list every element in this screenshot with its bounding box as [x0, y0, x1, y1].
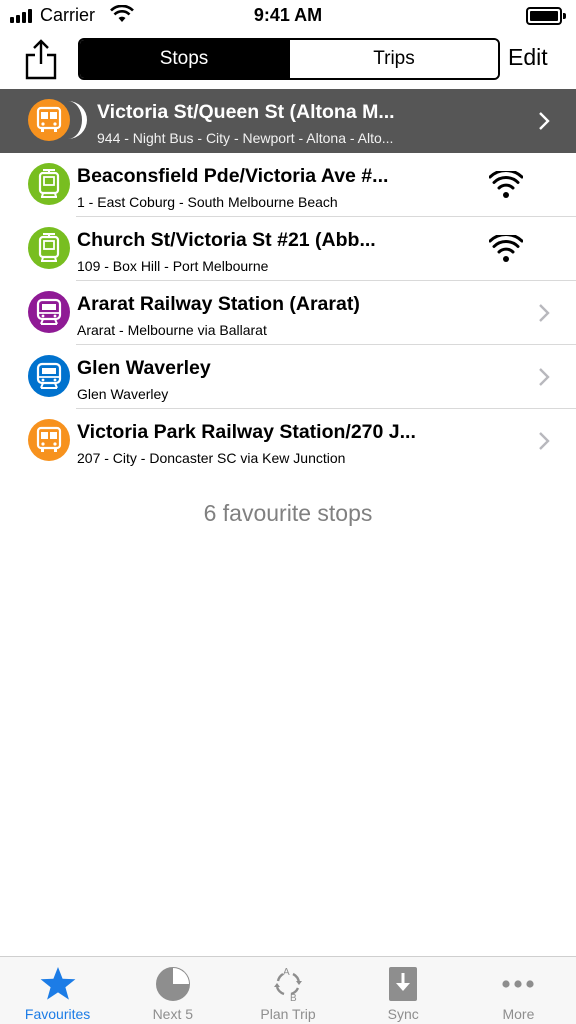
tab-favourites[interactable]: Favourites	[0, 957, 115, 1024]
stop-title: Beaconsfield Pde/Victoria Ave #...	[77, 165, 389, 187]
tab-label: More	[502, 1006, 535, 1022]
star-icon	[40, 967, 75, 1000]
clock: 9:41 AM	[253, 5, 323, 25]
tab-label: Favourites	[24, 1006, 91, 1022]
stop-routes: 944 - Night Bus - City - Newport - Alton…	[97, 130, 394, 146]
stop-routes: Glen Waverley	[77, 386, 169, 402]
stop-row-ararat-railway-station[interactable]: Ararat Railway Station (Ararat) Ararat -…	[0, 281, 576, 345]
tab-next-5[interactable]: Next 5	[115, 957, 230, 1024]
stop-routes: 207 - City - Doncaster SC via Kew Juncti…	[77, 450, 346, 466]
more-dots-icon	[502, 980, 535, 988]
tram-badge	[28, 227, 70, 269]
stop-title: Ararat Railway Station (Ararat)	[77, 293, 360, 315]
night-moon-icon	[68, 101, 87, 139]
stop-row-glen-waverley[interactable]: Glen Waverley Glen Waverley	[0, 345, 576, 409]
tab-bar: Favourites Next 5 A B Plan Trip Sync Mor…	[0, 956, 576, 1024]
train-icon	[36, 362, 62, 389]
stop-title: Glen Waverley	[77, 357, 211, 379]
bus-badge	[28, 419, 70, 461]
stop-routes: 109 - Box Hill - Port Melbourne	[77, 258, 269, 274]
bus-icon	[36, 106, 62, 132]
realtime-wifi-icon	[489, 171, 523, 198]
battery-icon	[526, 7, 566, 25]
status-bar: Carrier 9:41 AM	[0, 0, 576, 34]
stops-trips-segmented-control: Stops Trips	[78, 38, 500, 80]
stop-routes: Ararat - Melbourne via Ballarat	[77, 322, 267, 338]
tab-label: Plan Trip	[260, 1006, 316, 1022]
stop-routes: 1 - East Coburg - South Melbourne Beach	[77, 194, 338, 210]
sync-download-icon	[389, 967, 418, 1001]
realtime-wifi-icon	[489, 235, 523, 262]
svg-text:B: B	[290, 993, 297, 1003]
chevron-right-icon	[539, 304, 550, 322]
stop-row-church-st[interactable]: Church St/Victoria St #21 (Abb... 109 - …	[0, 217, 576, 281]
tab-more[interactable]: More	[461, 957, 576, 1024]
favourite-stops-count: 6 favourite stops	[203, 500, 373, 526]
tab-plan-trip[interactable]: A B Plan Trip	[230, 957, 345, 1024]
chevron-right-icon	[539, 368, 550, 386]
stop-title: Victoria Park Railway Station/270 J...	[77, 421, 416, 443]
train-icon	[36, 298, 62, 325]
tab-label: Sync	[387, 1006, 419, 1022]
chevron-right-icon	[539, 112, 550, 130]
stop-row-beaconsfield-pde[interactable]: Beaconsfield Pde/Victoria Ave #... 1 - E…	[0, 153, 576, 217]
favourite-stops-list: Victoria St/Queen St (Altona M... 944 - …	[0, 89, 576, 473]
pie-clock-icon	[155, 967, 190, 1001]
tab-sync[interactable]: Sync	[346, 957, 461, 1024]
tab-label: Next 5	[152, 1006, 194, 1022]
segment-stops[interactable]: Stops	[80, 40, 288, 78]
chevron-right-icon	[539, 432, 550, 450]
edit-button[interactable]: Edit	[508, 44, 548, 71]
stop-title: Church St/Victoria St #21 (Abb...	[77, 229, 376, 251]
tram-icon	[38, 169, 60, 198]
metro-train-badge	[28, 355, 70, 397]
navigation-bar: Stops Trips Edit	[0, 34, 576, 88]
svg-text:A: A	[283, 967, 290, 978]
stop-row-victoria-st-queen-st[interactable]: Victoria St/Queen St (Altona M... 944 - …	[0, 89, 576, 153]
bus-icon	[36, 426, 62, 452]
tram-icon	[38, 233, 60, 262]
segment-trips[interactable]: Trips	[288, 40, 498, 78]
stop-row-victoria-park-railway-station[interactable]: Victoria Park Railway Station/270 J... 2…	[0, 409, 576, 473]
share-icon[interactable]	[24, 38, 58, 80]
regional-train-badge	[28, 291, 70, 333]
tram-badge	[28, 163, 70, 205]
plan-trip-icon: A B	[274, 967, 302, 1003]
stop-title: Victoria St/Queen St (Altona M...	[97, 101, 395, 123]
